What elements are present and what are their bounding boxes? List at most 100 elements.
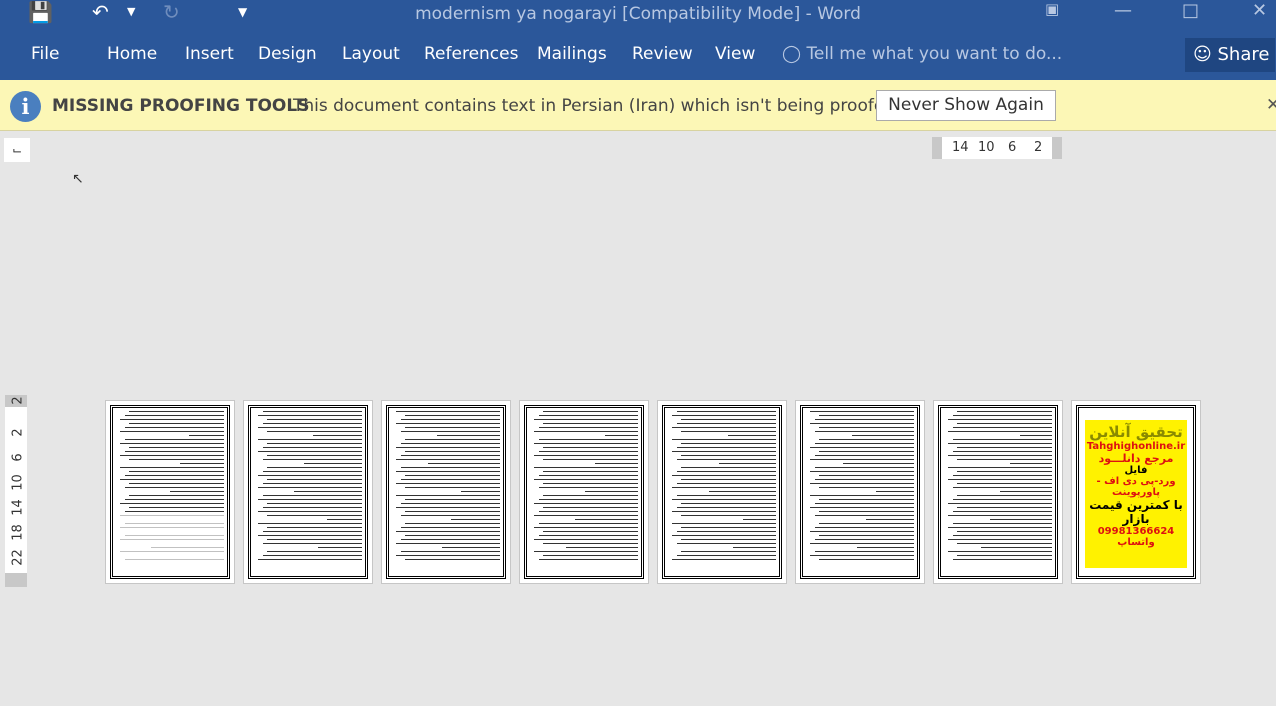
text-line [866, 519, 914, 520]
text-line [404, 427, 500, 428]
tab-review[interactable]: Review [632, 44, 693, 64]
text-line [842, 463, 914, 464]
close-icon[interactable]: ✕ [1252, 0, 1267, 21]
text-line [672, 499, 776, 500]
page-border [386, 405, 506, 579]
text-line [680, 515, 776, 516]
text-line [258, 439, 362, 440]
text-line [538, 415, 638, 416]
text-line [404, 451, 500, 452]
text-line [818, 559, 914, 560]
text-line [120, 503, 224, 504]
page-thumbnail[interactable] [243, 400, 373, 584]
tab-home[interactable]: Home [107, 44, 157, 64]
text-line [1000, 491, 1052, 492]
text-line [128, 483, 224, 484]
close-message-icon[interactable]: ✕ [1266, 95, 1276, 115]
text-line [400, 551, 500, 552]
text-line [124, 475, 224, 476]
tab-file[interactable]: File [31, 44, 59, 64]
text-line [948, 515, 1052, 516]
page-thumbnail[interactable] [381, 400, 511, 584]
text-line [956, 483, 1052, 484]
ad-line: فایل [1124, 465, 1148, 476]
vertical-ruler[interactable]: 2 2 6 10 14 18 22 [5, 395, 27, 587]
text-line [818, 535, 914, 536]
text-line [534, 455, 638, 456]
text-line [814, 527, 914, 528]
text-line [948, 455, 1052, 456]
text-line [396, 555, 500, 556]
page-thumbnail-ad[interactable]: تحقیق آنلاین Tahghighonline.ir مرجع دانل… [1071, 400, 1201, 584]
text-line [814, 431, 914, 432]
text-line [814, 467, 914, 468]
text-line [672, 439, 776, 440]
text-line [262, 555, 362, 556]
text-line [396, 507, 500, 508]
text-line [120, 419, 224, 420]
text-line [952, 511, 1052, 512]
horizontal-ruler[interactable]: 14 10 6 2 [932, 137, 1062, 159]
text-line [952, 451, 1052, 452]
text-line [672, 535, 776, 536]
text-line [400, 455, 500, 456]
text-line [258, 475, 362, 476]
text-line [876, 491, 914, 492]
text-line [120, 467, 224, 468]
tab-view[interactable]: View [715, 44, 755, 64]
text-line [128, 471, 224, 472]
text-line [680, 503, 776, 504]
text-line [313, 435, 362, 436]
minimize-icon[interactable]: — [1114, 0, 1132, 21]
text-line [680, 455, 776, 456]
text-line [542, 495, 638, 496]
tab-references[interactable]: References [424, 44, 518, 64]
page-thumbnail[interactable] [657, 400, 787, 584]
text-line [956, 447, 1052, 448]
text-line [709, 491, 776, 492]
text-line [538, 523, 638, 524]
tab-mailings[interactable]: Mailings [537, 44, 607, 64]
never-show-again-button[interactable]: Never Show Again [876, 90, 1056, 121]
tab-selector[interactable]: ⌙ [4, 138, 30, 162]
text-line [810, 447, 914, 448]
share-button[interactable]: ☺ Share [1185, 38, 1275, 72]
text-line [810, 507, 914, 508]
text-line [404, 475, 500, 476]
text-line [400, 479, 500, 480]
ruler-tick: 14 [10, 499, 26, 516]
text-line [542, 411, 638, 412]
text-line [150, 547, 224, 548]
text-line [676, 531, 776, 532]
maximize-icon[interactable]: □ [1182, 0, 1199, 21]
page-thumbnail[interactable] [519, 400, 649, 584]
page-thumbnail[interactable] [105, 400, 235, 584]
ruler-tick: 6 [10, 453, 26, 462]
text-line [952, 559, 1052, 560]
text-line [952, 427, 1052, 428]
text-line [814, 539, 914, 540]
text-line [400, 443, 500, 444]
text-line [262, 423, 362, 424]
text-line [396, 483, 500, 484]
ad-title: تحقیق آنلاین [1089, 423, 1183, 441]
text-line [128, 495, 224, 496]
lightbulb-icon: ◯ [782, 44, 802, 64]
text-line [810, 423, 914, 424]
ribbon-display-icon[interactable]: ▣ [1045, 0, 1059, 18]
text-line [124, 559, 224, 560]
tell-me-search[interactable]: ◯ Tell me what you want to do... [782, 44, 1062, 64]
tab-layout[interactable]: Layout [342, 44, 400, 64]
text-line [179, 463, 224, 464]
tab-insert[interactable]: Insert [185, 44, 234, 64]
page-thumbnail[interactable] [795, 400, 925, 584]
text-line [542, 483, 638, 484]
text-line [258, 523, 362, 524]
tab-design[interactable]: Design [258, 44, 317, 64]
page-thumbnail[interactable] [933, 400, 1063, 584]
text-line [980, 547, 1052, 548]
text-line [120, 515, 224, 516]
text-line [262, 447, 362, 448]
text-line [594, 463, 638, 464]
ruler-tick: 2 [10, 428, 26, 437]
